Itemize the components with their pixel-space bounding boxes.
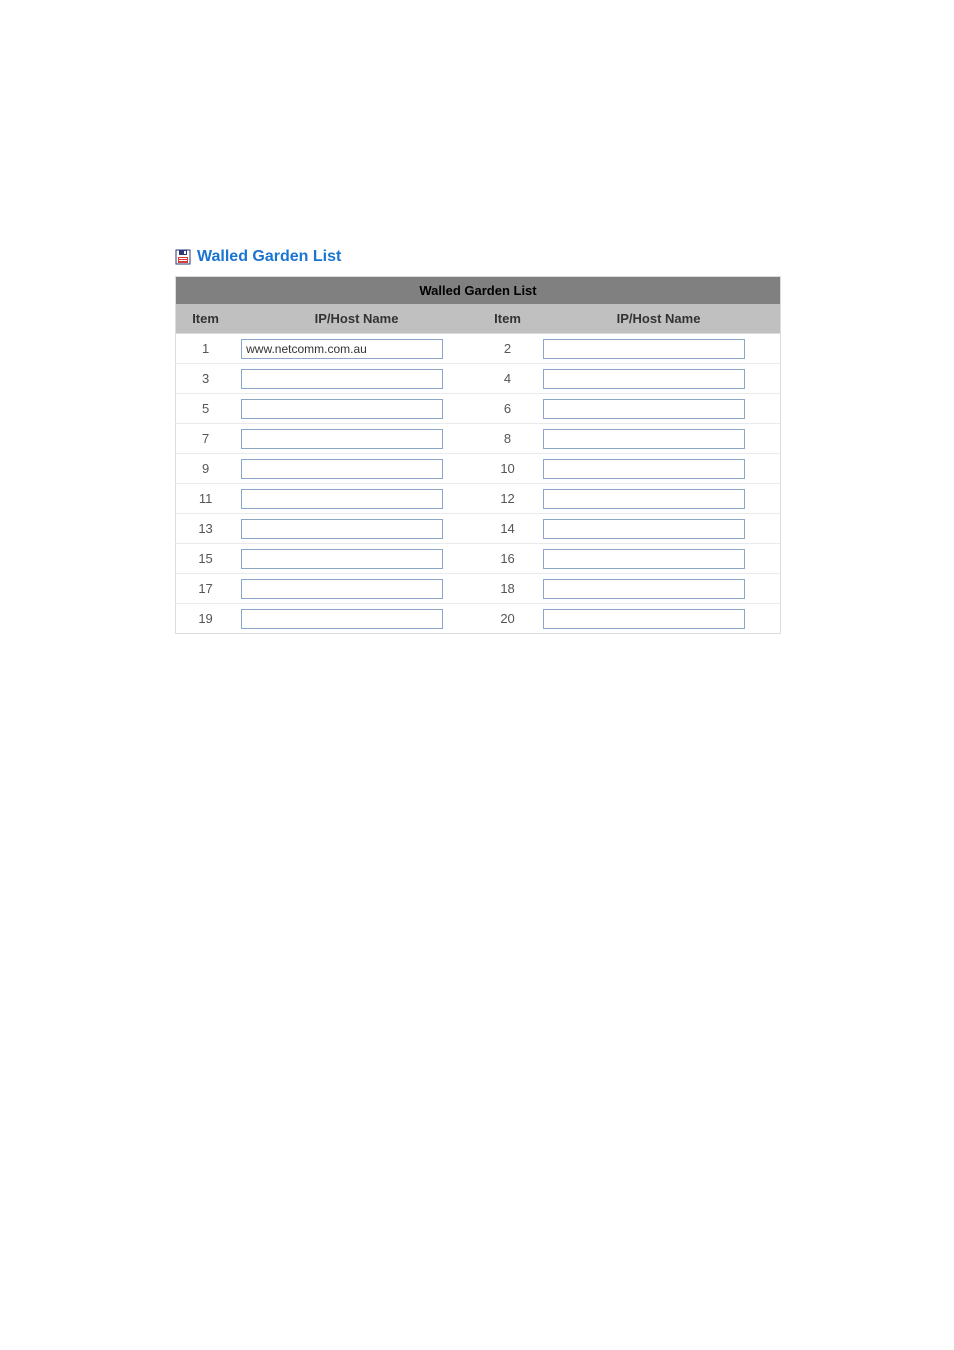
host-cell (537, 514, 780, 544)
table-row: 12 (176, 334, 781, 364)
host-cell (537, 454, 780, 484)
col-header-item: Item (176, 304, 236, 334)
table-row: 9 10 (176, 454, 781, 484)
table-row: 11 12 (176, 484, 781, 514)
item-number: 15 (176, 544, 236, 574)
host-input[interactable] (543, 519, 745, 539)
host-input[interactable] (241, 459, 443, 479)
host-cell (235, 574, 478, 604)
host-cell (235, 454, 478, 484)
host-input[interactable] (241, 609, 443, 629)
item-number: 7 (176, 424, 236, 454)
table-caption: Walled Garden List (176, 277, 781, 305)
host-input[interactable] (543, 609, 745, 629)
col-header-item: Item (478, 304, 537, 334)
item-number: 12 (478, 484, 537, 514)
walled-garden-table: Walled Garden List Item IP/Host Name Ite… (175, 276, 781, 634)
host-cell (537, 334, 780, 364)
item-number: 4 (478, 364, 537, 394)
host-input[interactable] (241, 339, 443, 359)
item-number: 3 (176, 364, 236, 394)
table-row: 13 14 (176, 514, 781, 544)
host-cell (537, 364, 780, 394)
host-input[interactable] (241, 489, 443, 509)
item-number: 17 (176, 574, 236, 604)
host-cell (235, 544, 478, 574)
col-header-host: IP/Host Name (235, 304, 478, 334)
host-cell (537, 484, 780, 514)
floppy-icon (175, 249, 191, 265)
host-input[interactable] (543, 339, 745, 359)
host-cell (235, 334, 478, 364)
host-cell (235, 364, 478, 394)
host-input[interactable] (241, 429, 443, 449)
col-header-host: IP/Host Name (537, 304, 780, 334)
host-input[interactable] (543, 399, 745, 419)
host-cell (537, 394, 780, 424)
item-number: 18 (478, 574, 537, 604)
item-number: 9 (176, 454, 236, 484)
host-input[interactable] (241, 549, 443, 569)
host-cell (235, 484, 478, 514)
host-input[interactable] (241, 369, 443, 389)
host-cell (235, 424, 478, 454)
item-number: 16 (478, 544, 537, 574)
item-number: 20 (478, 604, 537, 634)
heading-text: Walled Garden List (197, 248, 341, 266)
item-number: 11 (176, 484, 236, 514)
host-input[interactable] (543, 429, 745, 449)
table-row: 34 (176, 364, 781, 394)
item-number: 2 (478, 334, 537, 364)
host-input[interactable] (543, 459, 745, 479)
table-row: 1516 (176, 544, 781, 574)
host-cell (235, 604, 478, 634)
host-input[interactable] (241, 579, 443, 599)
host-cell (537, 544, 780, 574)
table-row: 1920 (176, 604, 781, 634)
table-row: 1718 (176, 574, 781, 604)
host-cell (235, 394, 478, 424)
item-number: 14 (478, 514, 537, 544)
host-input[interactable] (543, 369, 745, 389)
item-number: 1 (176, 334, 236, 364)
host-input[interactable] (241, 399, 443, 419)
host-input[interactable] (241, 519, 443, 539)
host-cell (537, 574, 780, 604)
item-number: 8 (478, 424, 537, 454)
item-number: 13 (176, 514, 236, 544)
item-number: 10 (478, 454, 537, 484)
host-cell (537, 424, 780, 454)
item-number: 6 (478, 394, 537, 424)
item-number: 19 (176, 604, 236, 634)
host-input[interactable] (543, 579, 745, 599)
section-heading: Walled Garden List (175, 248, 781, 266)
host-cell (537, 604, 780, 634)
host-input[interactable] (543, 489, 745, 509)
table-row: 78 (176, 424, 781, 454)
table-row: 56 (176, 394, 781, 424)
host-input[interactable] (543, 549, 745, 569)
item-number: 5 (176, 394, 236, 424)
host-cell (235, 514, 478, 544)
